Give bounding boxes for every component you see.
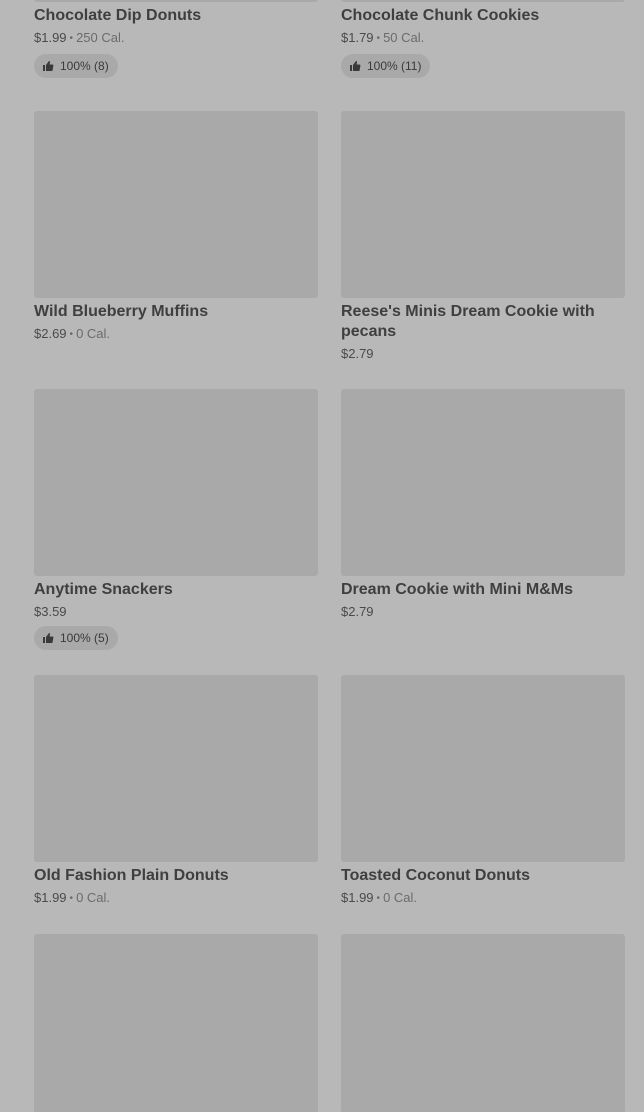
product-name[interactable]: Chocolate Dip Donuts [34, 6, 318, 26]
rating-badge: 100% (8) [34, 54, 118, 78]
product-name[interactable]: Anytime Snackers [34, 580, 318, 600]
separator: • [69, 893, 74, 904]
product-calories: 0 Cal. [383, 890, 418, 905]
product-price: $1.99 [34, 890, 67, 905]
product-name[interactable]: Toasted Coconut Donuts [341, 866, 625, 886]
product-calories: 50 Cal. [383, 30, 425, 45]
product-image[interactable] [341, 111, 625, 298]
product-image[interactable] [34, 0, 318, 2]
product-image[interactable] [34, 389, 318, 576]
product-name[interactable]: Dream Cookie with Mini M&Ms [341, 580, 625, 600]
product-price-calories: $3.59 [34, 603, 318, 621]
product-card-chocolate-chunk-cookies[interactable]: Chocolate Chunk Cookies $1.79 • 50 Cal. 10… [341, 0, 625, 78]
product-price-calories: $1.99 • 0 Cal. [341, 889, 625, 909]
product-price: $1.79 [341, 30, 374, 45]
product-price-calories: $2.79 [341, 603, 625, 621]
product-price: $1.99 [34, 30, 67, 45]
product-calories: 0 Cal. [76, 326, 111, 341]
product-name[interactable]: Chocolate Chunk Cookies [341, 6, 625, 26]
separator: • [69, 33, 74, 44]
rating-badge: 100% (5) [34, 626, 118, 650]
product-image[interactable] [341, 0, 625, 2]
product-card-dream-cookie-mini-mms[interactable]: Dream Cookie with Mini M&Ms $2.79 [341, 389, 625, 621]
thumbs-up-icon [43, 61, 54, 71]
product-card-wild-blueberry-muffins[interactable]: Wild Blueberry Muffins $2.69 • 0 Cal. [34, 111, 318, 345]
product-name[interactable]: Old Fashion Plain Donuts [34, 866, 318, 886]
product-card[interactable] [34, 934, 318, 1112]
separator: • [376, 893, 381, 904]
product-name[interactable]: Reese's Minis Dream Cookie with pecans [341, 302, 625, 342]
product-grid: Chocolate Dip Donuts $1.99 • 250 Cal. 100%… [0, 0, 644, 1112]
product-price-calories: $1.99 • 250 Cal. [34, 29, 318, 49]
product-card-old-fashion-plain-donuts[interactable]: Old Fashion Plain Donuts $1.99 • 0 Cal. [34, 675, 318, 909]
separator: • [376, 33, 381, 44]
product-card[interactable] [341, 934, 625, 1112]
product-price-calories: $2.69 • 0 Cal. [34, 325, 318, 345]
product-price-calories: $1.99 • 0 Cal. [34, 889, 318, 909]
product-calories: 250 Cal. [76, 30, 125, 45]
thumbs-up-icon [350, 61, 361, 71]
product-name[interactable]: Wild Blueberry Muffins [34, 302, 318, 322]
rating-text: 100% (8) [60, 59, 109, 73]
rating-text: 100% (5) [60, 631, 109, 645]
product-price: $1.99 [341, 890, 374, 905]
product-price-calories: $2.79 [341, 345, 625, 363]
product-image[interactable] [341, 934, 625, 1112]
product-image[interactable] [34, 934, 318, 1112]
rating-badge: 100% (11) [341, 54, 431, 78]
product-price: $2.69 [34, 326, 67, 341]
product-image[interactable] [341, 675, 625, 862]
product-image[interactable] [341, 389, 625, 576]
thumbs-up-icon [43, 633, 54, 643]
product-image[interactable] [34, 675, 318, 862]
product-image[interactable] [34, 111, 318, 298]
product-price: $2.79 [341, 346, 374, 361]
product-price-calories: $1.79 • 50 Cal. [341, 29, 625, 49]
product-price: $3.59 [34, 604, 67, 619]
product-calories: 0 Cal. [76, 890, 111, 905]
product-card-reeses-minis-dream-cookie[interactable]: Reese's Minis Dream Cookie with pecans $… [341, 111, 625, 363]
product-card-anytime-snackers[interactable]: Anytime Snackers $3.59 100% (5) [34, 389, 318, 650]
rating-text: 100% (11) [367, 59, 422, 73]
separator: • [69, 329, 74, 340]
product-card-chocolate-dip-donuts[interactable]: Chocolate Dip Donuts $1.99 • 250 Cal. 100%… [34, 0, 318, 78]
product-price: $2.79 [341, 604, 374, 619]
product-card-toasted-coconut-donuts[interactable]: Toasted Coconut Donuts $1.99 • 0 Cal. [341, 675, 625, 909]
